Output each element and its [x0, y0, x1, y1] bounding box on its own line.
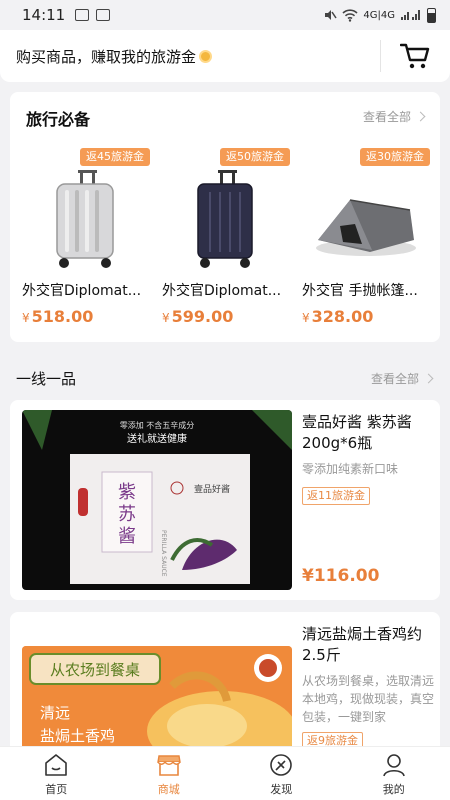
- product-name: 外交官Diplomat...: [162, 283, 282, 299]
- featured-name: 壹品好酱 紫苏酱200g*6瓶: [302, 413, 412, 452]
- featured-desc: 零添加纯素新口味: [302, 462, 399, 476]
- discover-icon: [270, 754, 293, 776]
- rebate-badge: 返50旅游金: [220, 148, 290, 166]
- product-price: ¥328.00: [302, 307, 374, 326]
- perilla-sauce-image: 零添加 不含五辛成分 送礼就送健康 紫 苏 酱 壹品好酱 PERILLA SAU…: [22, 410, 292, 590]
- nav-label: 商城: [157, 783, 180, 796]
- profile-icon: [382, 754, 405, 777]
- network-type: 4G|4G: [363, 9, 395, 21]
- silver-suitcase-image: [56, 170, 114, 268]
- coin-icon: [199, 49, 213, 63]
- status-time: 14:11: [22, 6, 66, 24]
- see-all-label: 查看全部: [370, 372, 419, 386]
- nav-label: 发现: [270, 783, 293, 796]
- featured-name: 清远盐焗土香鸡约2.5斤: [302, 625, 423, 664]
- nav-store[interactable]: 商城: [113, 747, 226, 800]
- travel-essentials-section: 旅行必备 查看全部 返45旅游金 外交官Diplomat... ¥518.00 …: [10, 92, 440, 342]
- nav-label: 我的: [382, 783, 405, 796]
- svg-text:紫: 紫: [118, 482, 136, 503]
- product-card[interactable]: 返30旅游金 外交官 手抛帐篷... ¥328.00: [300, 144, 430, 334]
- wifi-icon: [342, 8, 358, 22]
- featured-product-card[interactable]: 零添加 不含五辛成分 送礼就送健康 紫 苏 酱 壹品好酱 PERILLA SAU…: [10, 400, 440, 600]
- svg-text:酱: 酱: [118, 526, 136, 547]
- bottom-navigation: 首页 商城 发现 我的: [0, 746, 450, 800]
- chicken-graphic: 从农场到餐桌 清远 盐焗土香鸡: [22, 646, 292, 756]
- nav-profile[interactable]: 我的: [338, 747, 450, 800]
- sauce-box-graphic: 零添加 不含五辛成分 送礼就送健康 紫 苏 酱 壹品好酱 PERILLA SAU…: [22, 410, 292, 584]
- nav-home[interactable]: 首页: [0, 747, 113, 800]
- rebate-badge: 返30旅游金: [360, 148, 430, 166]
- status-indicators: 4G|4G: [323, 7, 436, 23]
- svg-text:零添加 不含五辛成分: 零添加 不含五辛成分: [120, 420, 195, 430]
- yixian-section-title: 一线一品: [16, 370, 77, 388]
- svg-text:送礼就送健康: 送礼就送健康: [127, 432, 187, 445]
- product-price: ¥599.00: [162, 307, 234, 326]
- signal-icon: [401, 10, 420, 20]
- chevron-right-icon: [415, 111, 426, 122]
- product-name: 外交官 手抛帐篷...: [302, 283, 418, 299]
- nav-label: 首页: [45, 783, 68, 796]
- svg-text:清远: 清远: [40, 704, 70, 722]
- rebate-badge: 返45旅游金: [80, 148, 150, 166]
- camping-tent-image: [316, 199, 416, 256]
- status-bar: 14:11 4G|4G: [0, 0, 450, 30]
- header-divider: [380, 40, 381, 72]
- top-header: 购买商品，赚取我的旅游金: [0, 30, 450, 82]
- see-all-link[interactable]: 查看全部: [362, 108, 426, 125]
- svg-text:PERILLA SAUCE: PERILLA SAUCE: [160, 530, 167, 577]
- nav-discover[interactable]: 发现: [225, 747, 338, 800]
- see-all-link[interactable]: 查看全部: [370, 370, 434, 387]
- svg-text:苏: 苏: [118, 504, 136, 525]
- rebate-badge: 返11旅游金: [302, 487, 370, 505]
- slogan-text: 购买商品，赚取我的旅游金: [16, 47, 197, 66]
- product-card[interactable]: 返45旅游金 外交官Diplomat... ¥518.00: [20, 144, 150, 334]
- battery-icon: [427, 7, 436, 23]
- product-card[interactable]: 返50旅游金 外交官Diplomat... ¥599.00: [160, 144, 290, 334]
- featured-price: ¥116.00: [302, 566, 380, 586]
- section-title: 旅行必备: [26, 110, 91, 129]
- chevron-right-icon: [423, 373, 434, 384]
- featured-product-card[interactable]: 从农场到餐桌 清远 盐焗土香鸡 清远盐焗土香鸡约2.5斤 从农场到餐桌，选取清远…: [10, 612, 440, 762]
- salt-baked-chicken-image: 从农场到餐桌 清远 盐焗土香鸡: [22, 646, 292, 756]
- svg-text:壹品好酱: 壹品好酱: [194, 483, 230, 495]
- see-all-label: 查看全部: [362, 110, 411, 124]
- svg-text:盐焗土香鸡: 盐焗土香鸡: [40, 727, 115, 745]
- svg-text:从农场到餐桌: 从农场到餐桌: [50, 661, 140, 679]
- navy-suitcase-image: [197, 170, 253, 268]
- earn-slogan[interactable]: 购买商品，赚取我的旅游金: [16, 46, 213, 67]
- gallery-notification-icon: [75, 9, 90, 21]
- product-price: ¥518.00: [22, 307, 94, 326]
- cart-icon[interactable]: [400, 42, 430, 70]
- product-name: 外交官Diplomat...: [22, 283, 142, 299]
- home-icon: [45, 754, 68, 776]
- store-icon: [156, 755, 181, 776]
- check-notification-icon: [96, 9, 111, 21]
- featured-desc: 从农场到餐桌，选取清远本地鸡，现做现装，真空包装，一键到家: [302, 674, 435, 724]
- mute-icon: [325, 10, 338, 20]
